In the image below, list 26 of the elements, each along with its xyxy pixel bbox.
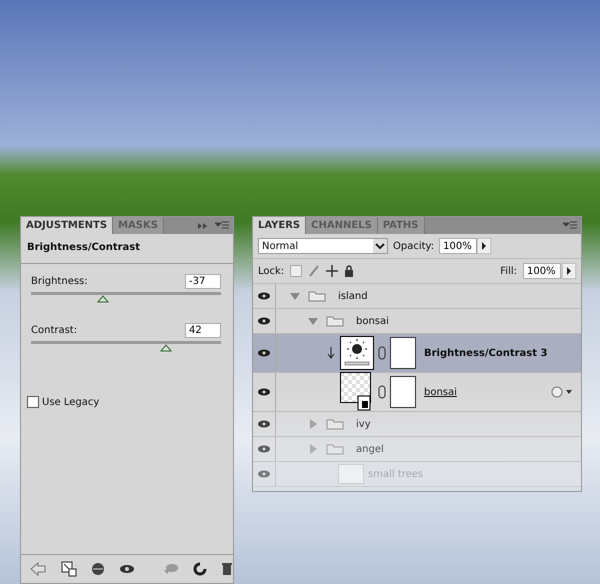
layer-name: small trees [368,468,424,480]
value-field[interactable]: 42 [185,323,221,338]
layer-row[interactable]: angel [253,437,581,462]
lock-label: Lock: [258,266,284,276]
opacity-label: Opacity: [393,240,434,252]
layer-name: island [338,290,368,302]
layer-name: angel [356,444,384,454]
layer-row[interactable]: island [253,284,581,309]
layer-name: bonsai [424,386,457,398]
checkbox-label: Use Legacy [42,396,100,408]
adjustment-title: Brightness/Contrast [21,234,233,264]
layer-name: bonsai [356,316,389,326]
layer-row[interactable]: Brightness/Contrast 3 [253,334,581,373]
panel-tab[interactable]: ADJUSTMENTS [21,217,114,234]
layer-row[interactable]: bonsai [253,373,581,412]
value-field[interactable]: -37 [185,274,221,289]
blend-mode-dropdown[interactable]: Normal [258,238,388,254]
slider-label: Brightness: [31,276,88,287]
fill-field[interactable]: 100% [523,263,561,279]
layer-name: Brightness/Contrast 3 [424,348,548,358]
fill-label: Fill: [500,266,517,276]
layer-row[interactable]: ivy [253,412,581,437]
layer-name: ivy [356,418,371,430]
opacity-field[interactable]: 100% [439,238,478,254]
panel-tab[interactable]: LAYERS [253,217,306,234]
slider-label: Contrast: [31,325,78,336]
